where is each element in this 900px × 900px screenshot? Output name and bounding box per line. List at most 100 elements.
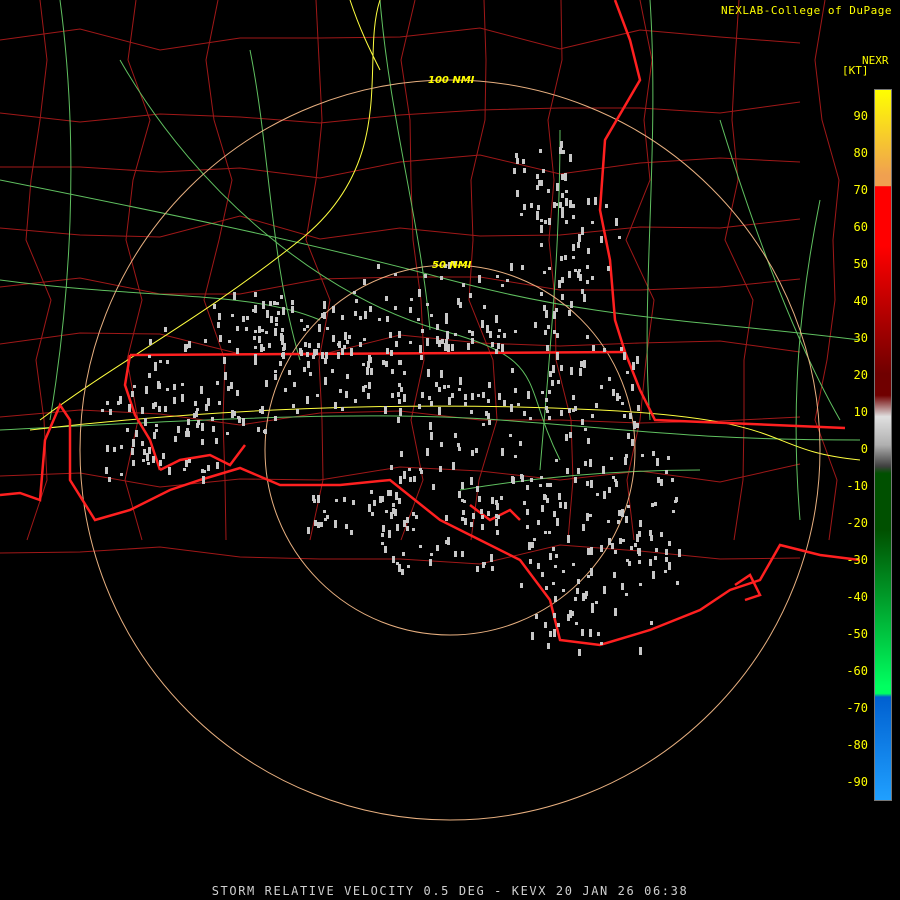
echo-pixel	[274, 416, 277, 421]
echo-pixel	[188, 341, 191, 348]
echo-pixel	[409, 341, 412, 344]
echo-pixel	[323, 510, 326, 513]
echo-pixel	[120, 473, 123, 476]
echo-pixel	[461, 517, 464, 521]
echo-pixel	[514, 388, 517, 393]
echo-pixel	[590, 480, 593, 488]
echo-pixel	[544, 531, 547, 534]
echo-pixel	[106, 445, 109, 452]
ring-label-50: 50 NMI	[432, 260, 472, 271]
echo-pixel	[621, 402, 624, 405]
echo-pixel	[254, 330, 257, 333]
echo-pixel	[537, 520, 540, 525]
echo-pixel	[627, 505, 630, 508]
echo-pixel	[539, 149, 542, 153]
county-line	[0, 154, 801, 179]
echo-pixel	[345, 524, 348, 529]
echo-pixel	[625, 593, 628, 596]
echo-pixel	[574, 269, 577, 272]
echo-pixel	[113, 447, 116, 452]
range-ring-100	[79, 79, 821, 821]
echo-pixel	[618, 396, 621, 399]
echo-pixel	[539, 484, 542, 487]
echo-pixel	[470, 410, 473, 414]
echo-pixel	[564, 502, 567, 509]
echo-pixel	[258, 337, 261, 340]
echo-pixel	[594, 197, 597, 205]
echo-pixel	[300, 350, 303, 356]
echo-pixel	[334, 520, 337, 528]
echo-pixel	[574, 477, 577, 483]
echo-pixel	[399, 476, 402, 484]
echo-pixel	[636, 356, 639, 364]
echo-pixel	[569, 154, 572, 158]
echo-pixel	[529, 417, 532, 420]
echo-pixel	[577, 468, 580, 474]
echo-pixel	[362, 363, 365, 366]
echo-pixel	[587, 575, 590, 578]
echo-pixel	[266, 310, 269, 318]
echo-pixel	[452, 462, 455, 470]
echo-pixel	[496, 275, 499, 278]
echo-pixel	[216, 381, 219, 385]
echo-pixel	[483, 305, 486, 309]
echo-pixel	[639, 583, 642, 586]
echo-pixel	[386, 348, 389, 354]
echo-pixel	[447, 385, 450, 388]
echo-pixel	[553, 330, 556, 334]
echo-pixel	[546, 345, 549, 351]
echo-pixel	[303, 328, 306, 331]
echo-pixel	[428, 396, 431, 400]
echo-pixel	[185, 460, 188, 467]
echo-pixel	[578, 234, 581, 242]
echo-pixel	[559, 502, 562, 508]
echo-pixel	[317, 343, 320, 348]
echo-pixel	[654, 502, 657, 506]
echo-pixel	[144, 418, 147, 426]
echo-pixel	[418, 289, 421, 297]
echo-pixel	[488, 382, 491, 388]
echo-pixel	[323, 301, 326, 304]
echo-pixel	[162, 453, 165, 459]
echo-pixel	[478, 496, 481, 502]
echo-pixel	[600, 236, 603, 243]
echo-pixel	[458, 447, 461, 451]
echo-pixel	[509, 434, 512, 437]
county-line	[305, 0, 331, 541]
echo-pixel	[536, 213, 539, 220]
echo-pixel	[201, 439, 204, 445]
echo-pixel	[350, 348, 353, 356]
echo-pixel	[350, 530, 353, 535]
echo-pixel	[312, 495, 315, 501]
echo-pixel	[385, 296, 388, 301]
echo-pixel	[665, 557, 668, 562]
echo-pixel	[276, 302, 279, 305]
echo-pixel	[576, 588, 579, 594]
echo-pixel	[274, 328, 277, 336]
echo-pixel	[544, 330, 547, 335]
echo-pixel	[334, 402, 337, 409]
echo-pixel	[462, 510, 465, 515]
echo-pixel	[370, 490, 373, 494]
road-line	[249, 49, 301, 361]
echo-pixel	[570, 301, 573, 308]
echo-pixel	[568, 271, 571, 278]
echo-pixel	[513, 168, 516, 174]
echo-pixel	[367, 393, 370, 399]
echo-pixel	[426, 448, 429, 456]
echo-pixel	[324, 358, 327, 364]
echo-pixel	[548, 416, 551, 420]
echo-pixel	[403, 394, 406, 402]
echo-pixel	[495, 315, 498, 323]
echo-pixel	[451, 393, 454, 398]
echo-pixel	[398, 498, 401, 504]
echo-pixel	[420, 355, 423, 360]
echo-pixel	[556, 518, 559, 526]
echo-pixel	[217, 322, 220, 328]
echo-pixel	[109, 409, 112, 415]
echo-pixel	[655, 548, 658, 552]
echo-pixel	[537, 563, 540, 569]
echo-pixel	[597, 632, 600, 636]
echo-pixel	[595, 403, 598, 408]
echo-pixel	[454, 333, 457, 336]
